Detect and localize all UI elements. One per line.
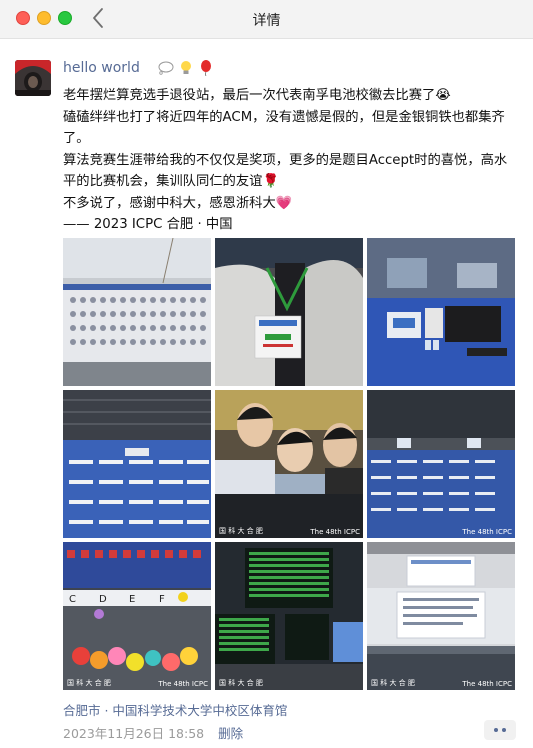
- photo-5[interactable]: 国 科 大 合 肥 The 48th ICPC: [215, 390, 363, 538]
- balloon-icon: [201, 60, 211, 76]
- photo-grid: 国 科 大 合 肥 The 48th ICPC The 48th ICPC C D…: [63, 238, 515, 690]
- lightbulb-icon: [181, 61, 191, 74]
- more-dots-icon: [502, 728, 506, 732]
- post-line: 不多说了，感谢中科大，感恩浙科大💗: [63, 195, 293, 211]
- post-text: 老年摆烂算竞选手退役站，最后一次代表南孚电池校徽去比赛了😭 磕磕绊绊也打了将近四…: [63, 85, 518, 236]
- avatar[interactable]: [15, 60, 51, 96]
- photo-watermark: The 48th ICPC: [310, 528, 360, 536]
- speech-bubble-icon: [158, 61, 174, 75]
- photo-watermark: The 48th ICPC: [462, 680, 512, 688]
- photo-watermark: 国 科 大 合 肥: [219, 527, 263, 535]
- photo-watermark: 国 科 大 合 肥: [219, 679, 263, 687]
- svg-text:C: C: [69, 594, 76, 605]
- svg-text:F: F: [159, 594, 165, 605]
- author-name[interactable]: hello world: [63, 60, 140, 76]
- photo-watermark: 国 科 大 合 肥: [67, 679, 111, 687]
- photo-watermark: The 48th ICPC: [158, 680, 208, 688]
- photo-2[interactable]: [215, 238, 363, 386]
- photo-1[interactable]: [63, 238, 211, 386]
- title-bar: 详情: [0, 0, 533, 39]
- photo-7[interactable]: C D E F 国 科 大 合 肥 The 48th ICPC: [63, 542, 211, 690]
- more-button[interactable]: [484, 720, 516, 740]
- svg-text:D: D: [99, 594, 107, 605]
- post-line: —— 2023 ICPC 合肥 · 中国: [63, 217, 233, 232]
- window-title: 详情: [252, 13, 281, 29]
- post-line: 磕磕绊绊也打了将近四年的ACM，没有遗憾是假的，但是金银铜铁也都集齐了。: [63, 109, 505, 147]
- photo-6[interactable]: The 48th ICPC: [367, 390, 515, 538]
- photo-watermark: 国 科 大 合 肥: [371, 679, 415, 687]
- photo-8[interactable]: 国 科 大 合 肥: [215, 542, 363, 690]
- post-line: 算法竞赛生涯带给我的不仅仅是奖项，更多的是题目Accept时的喜悦，高水平的比赛…: [63, 152, 508, 190]
- photo-9[interactable]: 国 科 大 合 肥 The 48th ICPC: [367, 542, 515, 690]
- author-emoji-group: [158, 60, 214, 76]
- photo-3[interactable]: [367, 238, 515, 386]
- post-line: 老年摆烂算竞选手退役站，最后一次代表南孚电池校徽去比赛了😭: [63, 88, 451, 103]
- delete-button[interactable]: 删除: [218, 726, 243, 741]
- photo-4[interactable]: [63, 390, 211, 538]
- photo-watermark: The 48th ICPC: [462, 528, 512, 536]
- svg-text:E: E: [129, 594, 135, 605]
- location-link[interactable]: 合肥市 · 中国科学技术大学中校区体育馆: [63, 700, 287, 719]
- timestamp: 2023年11月26日 18:58: [63, 726, 205, 741]
- more-dots-icon: [494, 728, 498, 732]
- post-meta: 2023年11月26日 18:58 删除: [63, 723, 243, 742]
